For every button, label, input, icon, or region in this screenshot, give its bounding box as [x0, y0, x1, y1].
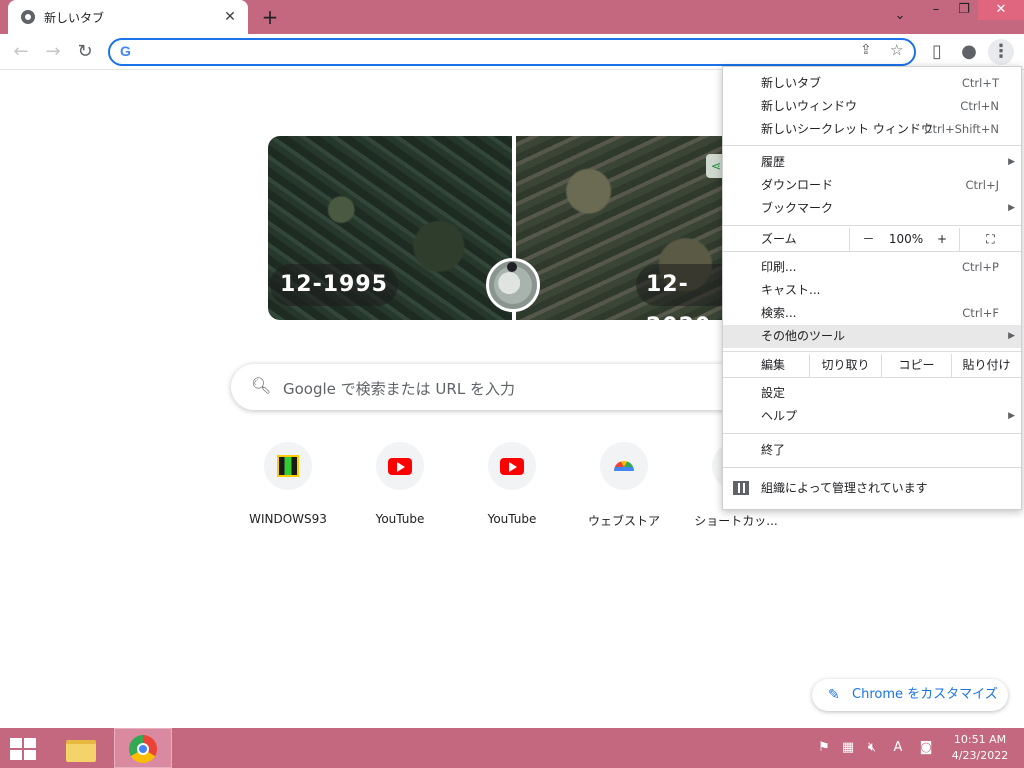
- window-close-button[interactable]: ✕: [978, 0, 1024, 20]
- menu-separator: [723, 251, 1021, 252]
- tab-search-icon[interactable]: ⌄: [886, 6, 914, 26]
- menu-item-bookmarks[interactable]: ブックマーク ▶: [723, 197, 1021, 220]
- shortcut-tile[interactable]: YouTube: [344, 440, 456, 536]
- menu-item-more-tools[interactable]: その他のツール ▶: [723, 325, 1021, 348]
- customize-label: Chrome をカスタマイズ: [852, 687, 998, 702]
- clock-date: 4/23/2022: [951, 749, 1009, 762]
- shortcut-label: WINDOWS93: [249, 512, 327, 526]
- restore-button[interactable]: ❐: [950, 0, 978, 20]
- menu-item-help[interactable]: ヘルプ ▶: [723, 405, 1021, 428]
- back-arrow-icon[interactable]: ←: [8, 39, 34, 65]
- windows93-icon: [277, 455, 299, 477]
- shortcut-tile[interactable]: ウェブストア: [568, 440, 680, 536]
- new-tab-button[interactable]: +: [258, 5, 282, 29]
- network-icon[interactable]: ▦: [840, 739, 856, 757]
- pencil-icon: ✎: [828, 687, 840, 703]
- ime-mode-indicator[interactable]: A: [890, 739, 906, 757]
- tab-new-tab[interactable]: 新しいタブ ✕: [8, 0, 248, 34]
- fullscreen-icon[interactable]: ⛶: [959, 228, 1021, 251]
- menu-separator: [723, 351, 1021, 352]
- menu-separator: [723, 145, 1021, 146]
- action-center-flag-icon[interactable]: ⚑: [816, 739, 832, 757]
- shortcut-tile[interactable]: YouTube: [456, 440, 568, 536]
- shortcut-label: YouTube: [487, 512, 537, 526]
- tab-close-icon[interactable]: ✕: [222, 9, 238, 25]
- youtube-icon: [388, 457, 412, 475]
- menu-zoom-row: ズーム － 100% + ⛶: [723, 228, 1021, 251]
- google-doodle[interactable]: 12-1995 12-2020 ⋖: [268, 136, 758, 320]
- forward-arrow-icon[interactable]: →: [40, 39, 66, 65]
- title-bar: 新しいタブ ✕ + ⌄ – ❐ ✕: [0, 0, 1024, 34]
- copy-button[interactable]: コピー: [881, 354, 951, 377]
- zoom-label: ズーム: [761, 232, 797, 246]
- menu-item-managed[interactable]: 組織によって管理されています: [723, 477, 1021, 500]
- zoom-level: 100%: [888, 232, 924, 246]
- menu-item-settings[interactable]: 設定: [723, 382, 1021, 405]
- windows-taskbar: ⚑ ▦ 🔇︎ A ◙ 10:51 AM 4/23/2022: [0, 728, 1024, 768]
- submenu-arrow-icon: ▶: [1008, 157, 1015, 167]
- paste-button[interactable]: 貼り付け: [951, 354, 1021, 377]
- profile-avatar-icon[interactable]: ●: [956, 39, 982, 65]
- shortcut-label: ウェブストア: [587, 514, 660, 528]
- google-g-icon: G: [120, 43, 131, 59]
- menu-item-cast[interactable]: キャスト...: [723, 279, 1021, 302]
- menu-item-print[interactable]: 印刷... Ctrl+P: [723, 256, 1021, 279]
- menu-separator: [723, 433, 1021, 434]
- submenu-arrow-icon: ▶: [1008, 331, 1015, 341]
- menu-item-downloads[interactable]: ダウンロード Ctrl+J: [723, 174, 1021, 197]
- menu-item-new-tab[interactable]: 新しいタブ Ctrl+T: [723, 72, 1021, 95]
- reload-icon[interactable]: ↻: [72, 39, 98, 65]
- chrome-taskbar-icon[interactable]: [114, 728, 172, 768]
- ime-app-icon[interactable]: ◙: [918, 739, 934, 757]
- shortcut-label: ショートカッ...: [694, 514, 778, 528]
- share-icon[interactable]: ⇪: [860, 42, 872, 58]
- shortcut-tile[interactable]: WINDOWS93: [232, 440, 344, 536]
- side-panel-icon[interactable]: ▯: [924, 39, 950, 65]
- zoom-out-button[interactable]: －: [849, 228, 887, 251]
- menu-separator: [723, 225, 1021, 226]
- menu-separator: [723, 377, 1021, 378]
- bookmark-star-icon[interactable]: ☆: [890, 41, 903, 59]
- building-icon: [733, 481, 749, 495]
- cut-button[interactable]: 切り取り: [809, 354, 881, 377]
- submenu-arrow-icon: ▶: [1008, 203, 1015, 213]
- menu-edit-row: 編集 切り取り コピー 貼り付け: [723, 354, 1021, 377]
- menu-item-exit[interactable]: 終了: [723, 439, 1021, 462]
- customize-chrome-button[interactable]: ✎ Chrome をカスタマイズ: [812, 679, 1008, 711]
- minimize-button[interactable]: –: [922, 0, 950, 20]
- file-explorer-icon[interactable]: [62, 734, 98, 764]
- menu-item-new-incognito[interactable]: 新しいシークレット ウィンドウ Ctrl+Shift+N: [723, 118, 1021, 141]
- menu-item-find[interactable]: 検索... Ctrl+F: [723, 302, 1021, 325]
- search-placeholder: Google で検索または URL を入力: [283, 380, 515, 398]
- edit-label: 編集: [761, 358, 786, 372]
- url-input[interactable]: [142, 42, 842, 62]
- address-bar[interactable]: G ⇪ ☆: [108, 38, 916, 66]
- clock-time: 10:51 AM: [953, 733, 1007, 746]
- windows-start-icon[interactable]: [10, 738, 38, 760]
- youtube-icon: [500, 457, 524, 475]
- zoom-in-button[interactable]: +: [925, 228, 959, 251]
- system-clock[interactable]: 10:51 AM 4/23/2022: [944, 732, 1016, 764]
- submenu-arrow-icon: ▶: [1008, 411, 1015, 421]
- chrome-main-menu: 新しいタブ Ctrl+T 新しいウィンドウ Ctrl+N 新しいシークレット ウィン…: [722, 66, 1022, 510]
- chrome-favicon-icon: [21, 10, 35, 24]
- chrome-menu-icon[interactable]: ⋮: [988, 39, 1014, 65]
- doodle-date-left: 12-1995: [270, 264, 398, 306]
- webstore-icon: [614, 461, 634, 471]
- browser-toolbar: ← → ↻ G ⇪ ☆ ▯ ● ⋮: [0, 34, 1024, 70]
- globe-slider-handle-icon[interactable]: [486, 258, 540, 312]
- menu-item-history[interactable]: 履歴 ▶: [723, 151, 1021, 174]
- shortcut-label: YouTube: [375, 512, 425, 526]
- tab-title: 新しいタブ: [44, 10, 105, 25]
- menu-separator: [723, 467, 1021, 468]
- volume-muted-icon[interactable]: 🔇︎: [864, 739, 880, 757]
- search-icon: 🔍︎: [251, 376, 272, 395]
- menu-item-new-window[interactable]: 新しいウィンドウ Ctrl+N: [723, 95, 1021, 118]
- ntp-search-box[interactable]: 🔍︎ Google で検索または URL を入力: [231, 364, 791, 410]
